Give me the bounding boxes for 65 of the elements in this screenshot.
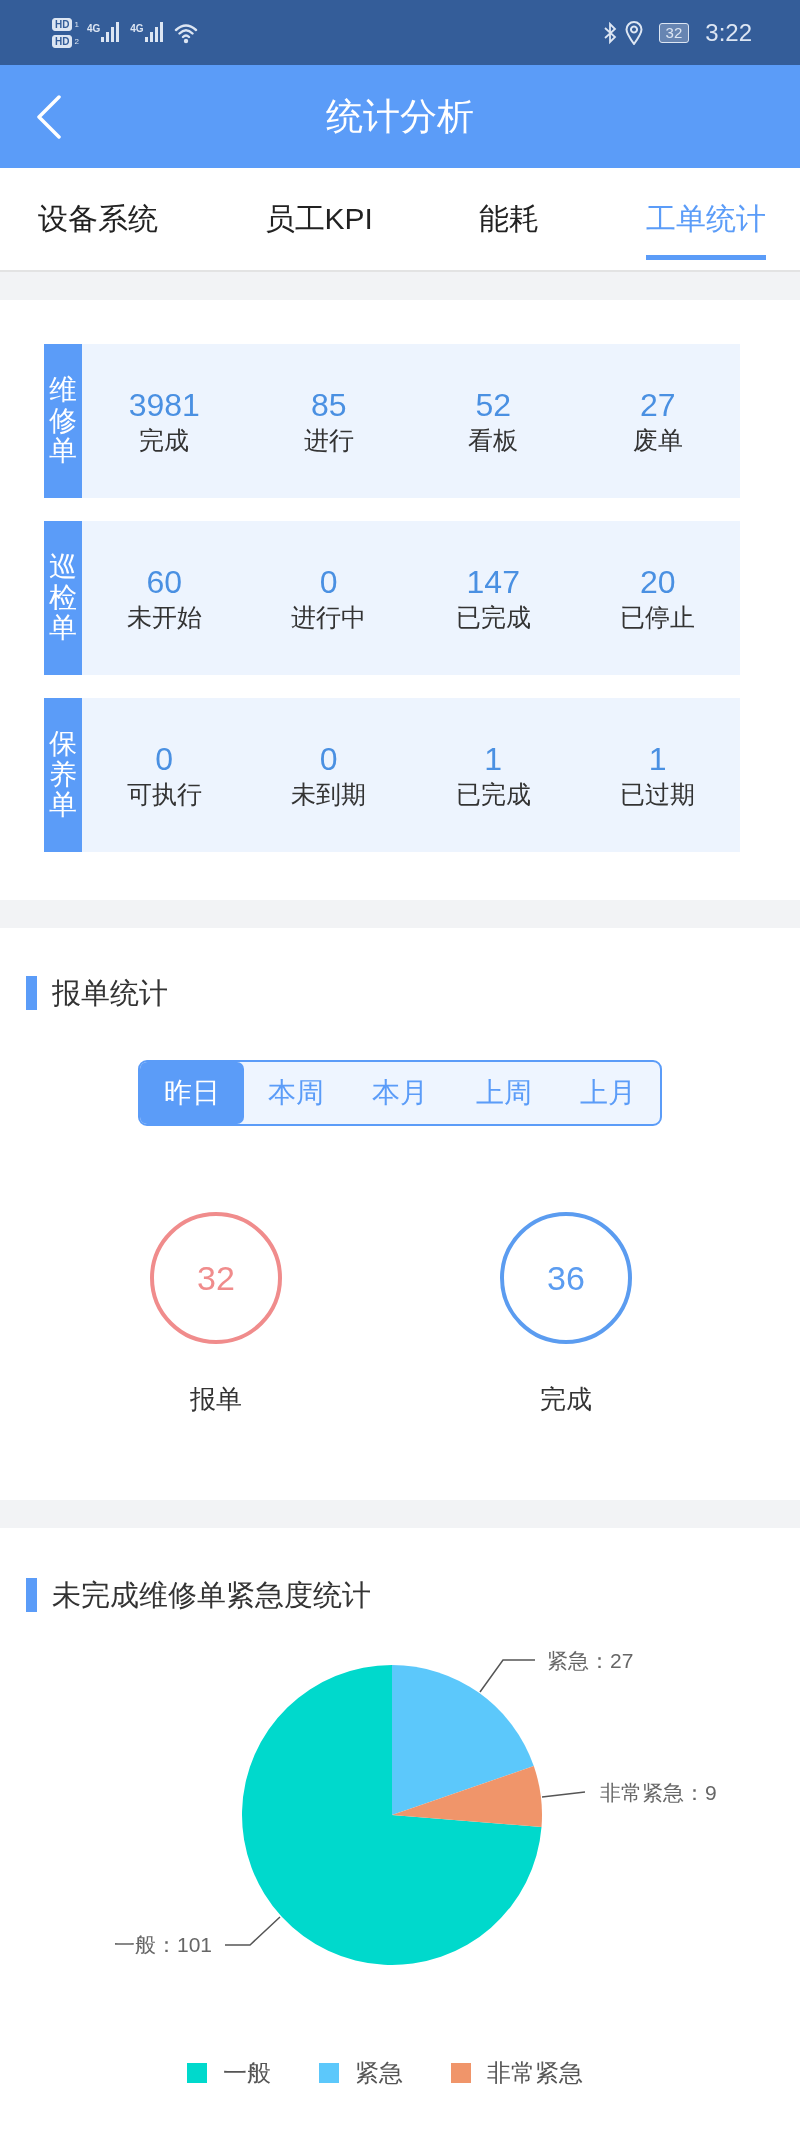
stat-label: 看板 <box>468 424 519 456</box>
network-type: 4G <box>130 23 144 34</box>
period-option[interactable]: 上周 <box>452 1062 556 1124</box>
slice-label: 紧急：27 <box>547 1649 634 1672</box>
battery-indicator: 32 <box>658 22 690 43</box>
count-circle: 32 <box>150 1212 282 1344</box>
stat-count: 1 <box>484 739 503 778</box>
section-title: 报单统计 <box>26 976 800 1010</box>
stat-label: 进行中 <box>291 601 367 633</box>
period-option[interactable]: 上月 <box>556 1062 660 1124</box>
group-label: 维修单 <box>44 344 82 498</box>
stat-label: 已完成 <box>455 601 531 633</box>
group-label: 保养单 <box>44 698 82 852</box>
tab[interactable]: 员工KPI <box>264 196 373 260</box>
hd-badge: HD <box>52 17 73 31</box>
stat-count: 0 <box>319 562 338 601</box>
stat-label: 未到期 <box>291 778 367 810</box>
stat-label: 已完成 <box>455 778 531 810</box>
stat-count: 0 <box>319 739 338 778</box>
stat-count: 85 <box>310 385 347 424</box>
group-label: 巡检单 <box>44 521 82 675</box>
period-option[interactable]: 昨日 <box>140 1062 244 1124</box>
tab[interactable]: 工单统计 <box>646 196 766 260</box>
page-title: 统计分析 <box>326 94 474 139</box>
sim-slot-number: 2 <box>74 35 79 48</box>
bluetooth-icon <box>602 20 617 45</box>
stat-label: 完成 <box>139 424 190 456</box>
tab[interactable]: 能耗 <box>479 196 540 260</box>
period-option[interactable]: 本周 <box>244 1062 348 1124</box>
stat-count: 52 <box>475 385 512 424</box>
legend-label: 紧急 <box>355 2058 403 2088</box>
network-type: 4G <box>86 23 101 34</box>
stat-count: 3981 <box>128 385 200 424</box>
stat-label: 可执行 <box>126 778 202 810</box>
location-icon <box>624 20 643 45</box>
stat-count: 0 <box>155 739 174 778</box>
period-option[interactable]: 本月 <box>348 1062 452 1124</box>
signal-icon <box>143 21 166 44</box>
stat-label: 已过期 <box>620 778 696 810</box>
sim-slot-number: 1 <box>74 18 79 31</box>
leader-line <box>479 1659 536 1693</box>
legend-label: 非常紧急 <box>487 2058 583 2088</box>
count-label: 完成 <box>540 1383 592 1416</box>
stat-label: 进行 <box>303 424 354 456</box>
stat-count: 20 <box>639 562 676 601</box>
stat-label: 已停止 <box>620 601 696 633</box>
stat-count: 60 <box>146 562 183 601</box>
legend-label: 一般 <box>223 2058 271 2088</box>
clock-time: 3:22 <box>705 17 752 48</box>
stat-count: 27 <box>639 385 676 424</box>
count-circle: 36 <box>500 1212 632 1344</box>
stat-count: 1 <box>648 739 667 778</box>
section-title: 未完成维修单紧急度统计 <box>26 1578 800 1612</box>
tab[interactable]: 设备系统 <box>38 196 158 260</box>
stat-label: 未开始 <box>126 601 202 633</box>
count-label: 报单 <box>190 1383 242 1416</box>
slice-label: 非常紧急：9 <box>600 1781 717 1804</box>
slice-label: 一般：101 <box>113 1933 212 1956</box>
back-button[interactable] <box>36 95 62 139</box>
leader-line <box>541 1791 586 1798</box>
hd-badge: HD <box>52 34 73 48</box>
stat-label: 废单 <box>632 424 683 456</box>
stat-count: 147 <box>466 562 520 601</box>
leader-line <box>224 1916 281 1946</box>
wifi-icon <box>173 21 200 44</box>
